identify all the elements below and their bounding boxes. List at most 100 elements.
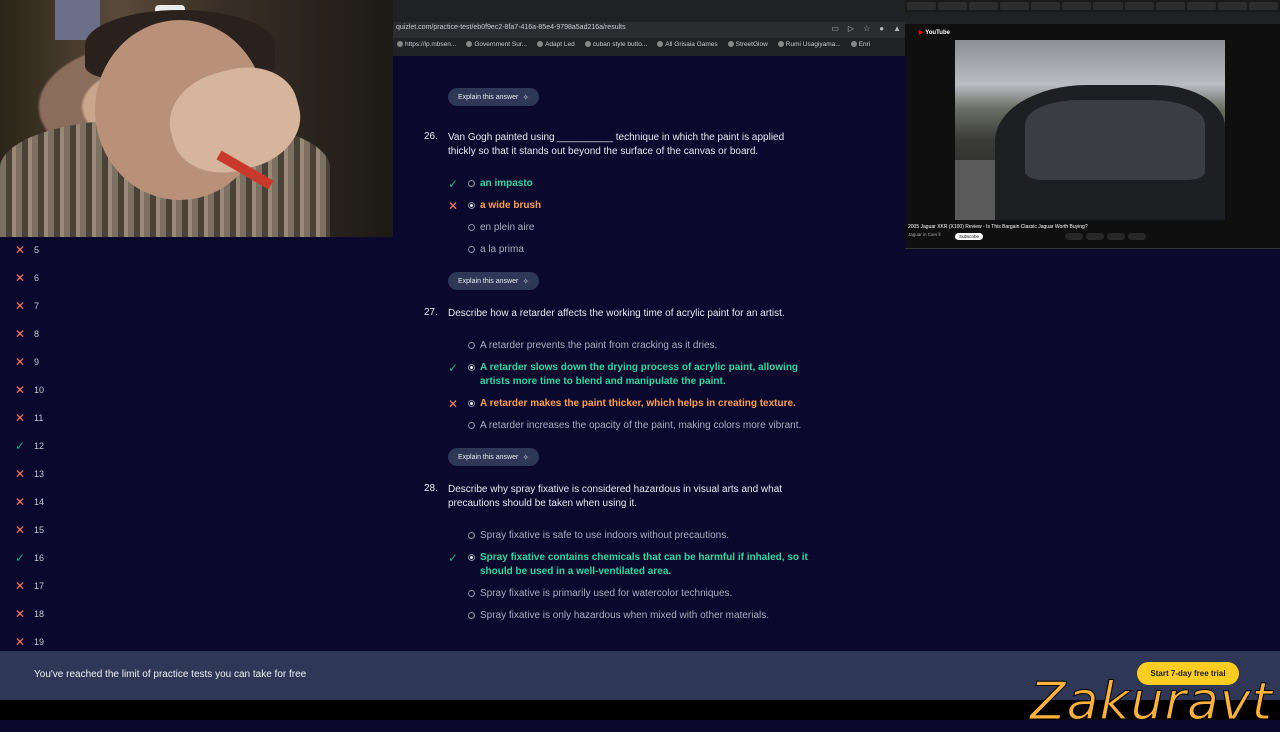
- question-nav-item[interactable]: ✕ 9: [14, 355, 39, 369]
- explain-answer-button[interactable]: Explain this answer ✧: [448, 88, 540, 106]
- question-number: 27.: [424, 307, 438, 318]
- alert-icon[interactable]: ▲: [893, 24, 901, 33]
- bookmark-item[interactable]: cuban style butto...: [584, 41, 647, 54]
- bookmark-item[interactable]: Government Sur...: [466, 41, 527, 54]
- bookmark-item[interactable]: All Grisaia Games: [657, 41, 718, 54]
- answer-text-line: should be used in a well-ventilated area…: [480, 566, 672, 577]
- cross-icon: ✕: [14, 327, 26, 341]
- radio-button[interactable]: [468, 400, 475, 407]
- video-windshield: [1025, 100, 1205, 180]
- share-button[interactable]: [1086, 233, 1104, 240]
- radio-button[interactable]: [468, 202, 475, 209]
- bookmark-item[interactable]: Rumi Usagiyama...: [777, 41, 841, 54]
- radio-button[interactable]: [468, 224, 475, 231]
- video-player[interactable]: [955, 40, 1225, 220]
- bookmark-icon: [397, 41, 403, 47]
- answer-text-line: Spray fixative is primarily used for wat…: [480, 588, 733, 599]
- check-icon: ✓: [447, 551, 459, 565]
- youtube-overlay: ▶ YouTube 2005 Jaguar XKR (X100) Review …: [905, 0, 1280, 249]
- channel-name[interactable]: Jaguar in Cars ll: [908, 232, 941, 237]
- question-nav-item[interactable]: ✕ 6: [14, 271, 39, 285]
- question-nav-item[interactable]: ✕ 13: [14, 467, 44, 481]
- radio-button[interactable]: [468, 554, 475, 561]
- play-icon[interactable]: ▷: [848, 24, 854, 33]
- radio-button[interactable]: [468, 342, 475, 349]
- more-button[interactable]: [1128, 233, 1146, 240]
- question-nav-item[interactable]: ✕ 11: [14, 411, 43, 425]
- answer-text: A retarder makes the paint thicker, whic…: [480, 397, 796, 411]
- cross-icon: ✕: [14, 523, 26, 537]
- video-title: 2005 Jaguar XKR (X100) Review - Is This …: [908, 224, 1088, 230]
- browser-chrome: quizlet.com/practice-test/eb0f9ec2-8fa7-…: [393, 0, 905, 56]
- browser-tabs: [905, 0, 1280, 12]
- question-nav-item[interactable]: ✓ 12: [14, 439, 44, 453]
- bookmark-item[interactable]: https://lp.mbsen...: [397, 41, 456, 54]
- video-actions: [1065, 233, 1146, 240]
- explain-answer-button[interactable]: Explain this answer ✧: [448, 448, 540, 466]
- answer-text: Spray fixative is primarily used for wat…: [480, 587, 732, 601]
- question-nav-number: 8: [34, 329, 40, 339]
- question-nav-item[interactable]: ✕ 5: [14, 243, 39, 257]
- cross-icon: ✕: [14, 467, 26, 481]
- bookmark-icon: [657, 41, 664, 47]
- radio-button[interactable]: [468, 180, 475, 187]
- bookmark-item[interactable]: Adapt Led: [537, 41, 575, 54]
- answer-text-line: A retarder increases the opacity of the …: [480, 420, 802, 431]
- bookmark-item[interactable]: StreetGlow: [727, 41, 768, 54]
- check-icon: ✓: [14, 551, 26, 565]
- check-icon: ✓: [447, 177, 459, 191]
- radio-button[interactable]: [468, 612, 475, 619]
- radio-button[interactable]: [468, 532, 475, 539]
- save-button[interactable]: [1107, 233, 1125, 240]
- check-icon: ✓: [447, 361, 459, 375]
- banner-message: You've reached the limit of practice tes…: [34, 669, 307, 680]
- cross-icon: ✕: [14, 579, 26, 593]
- question-nav-item[interactable]: ✕ 17: [14, 579, 44, 593]
- cross-icon: ✕: [14, 383, 26, 397]
- cross-icon: ✕: [14, 635, 26, 649]
- question-number: 28.: [424, 483, 438, 494]
- radio-button[interactable]: [468, 590, 475, 597]
- radio-button[interactable]: [468, 422, 475, 429]
- answer-text-line: Spray fixative is only hazardous when mi…: [480, 610, 770, 621]
- youtube-address-bar[interactable]: [905, 12, 1280, 24]
- subscribe-button[interactable]: Subscribe: [955, 233, 984, 240]
- question-nav-item[interactable]: ✕ 18: [14, 607, 44, 621]
- stream-watermark: Zakuravt: [1030, 672, 1273, 732]
- answer-text-line: en plein aire: [480, 222, 535, 233]
- question-nav-number: 17: [34, 581, 45, 591]
- question-nav-number: 19: [34, 637, 45, 647]
- question-nav-number: 7: [34, 301, 40, 311]
- cross-icon: ✕: [447, 199, 459, 213]
- extension-icon[interactable]: ●: [879, 24, 884, 33]
- radio-button[interactable]: [468, 246, 475, 253]
- answer-text-line: a la prima: [480, 244, 524, 255]
- star-icon[interactable]: ☆: [863, 24, 870, 33]
- answer-text-line: an impasto: [480, 178, 533, 189]
- answer-text-line: Spray fixative contains chemicals that c…: [480, 552, 808, 563]
- youtube-logo[interactable]: ▶ YouTube: [919, 29, 950, 36]
- sparkle-icon: ✧: [522, 276, 530, 286]
- answer-text-line: a wide brush: [480, 200, 542, 211]
- answer-text-line: A retarder makes the paint thicker, whic…: [480, 398, 796, 409]
- question-nav-item[interactable]: ✕ 14: [14, 495, 44, 509]
- question-nav-item[interactable]: ✕ 7: [14, 299, 39, 313]
- question-nav-item[interactable]: ✕ 10: [14, 383, 44, 397]
- like-button[interactable]: [1065, 233, 1083, 240]
- question-nav-item[interactable]: ✕ 19: [14, 635, 44, 649]
- address-url[interactable]: quizlet.com/practice-test/eb0f9ec2-8fa7-…: [396, 24, 626, 31]
- answer-text: A retarder slows down the drying process…: [480, 361, 798, 389]
- cast-icon[interactable]: ▭: [831, 24, 839, 33]
- question-nav-item[interactable]: ✕ 8: [14, 327, 39, 341]
- cross-icon: ✕: [447, 397, 459, 411]
- question-nav-number: 6: [34, 273, 40, 283]
- question-nav-item[interactable]: ✕ 15: [14, 523, 44, 537]
- bookmark-item[interactable]: Enri: [850, 41, 870, 54]
- explain-answer-button[interactable]: Explain this answer ✧: [448, 272, 540, 290]
- sparkle-icon: ✧: [522, 452, 530, 462]
- question-nav-item[interactable]: ✓ 16: [14, 551, 44, 565]
- question-number: 26.: [424, 131, 438, 142]
- radio-button[interactable]: [468, 364, 475, 371]
- answer-text: Spray fixative is only hazardous when mi…: [480, 609, 769, 623]
- answer-text: Spray fixative contains chemicals that c…: [480, 551, 808, 579]
